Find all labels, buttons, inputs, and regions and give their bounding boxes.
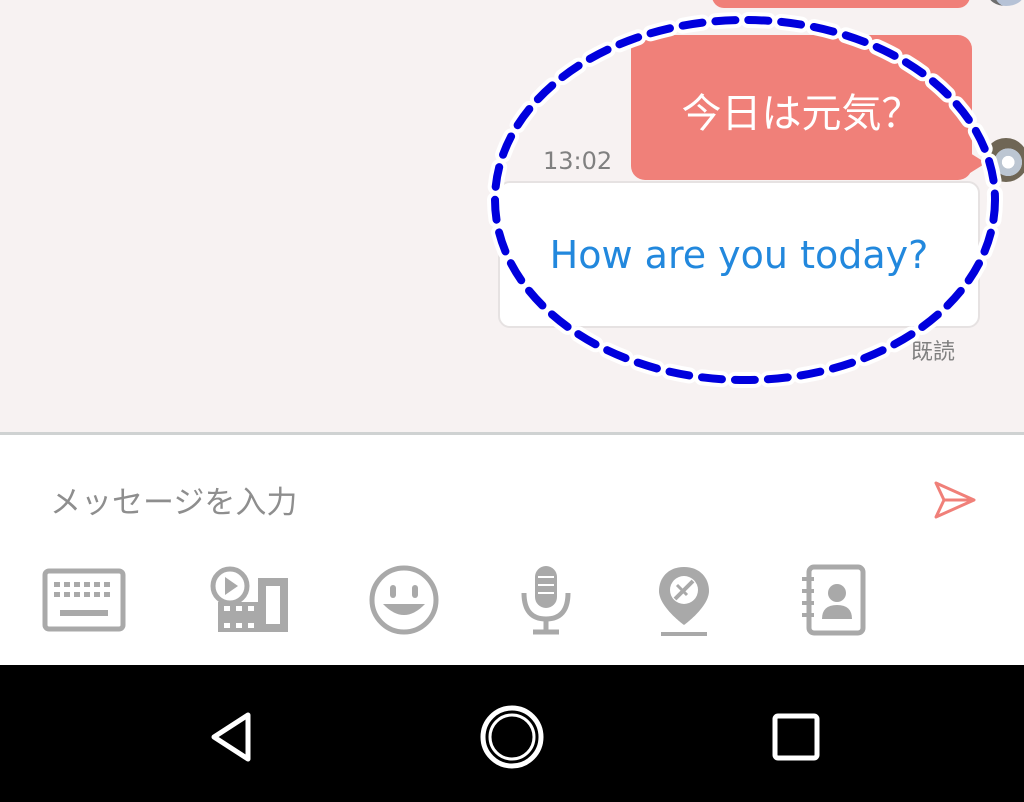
back-icon [211, 712, 251, 762]
composer [0, 435, 1024, 665]
microphone-button[interactable] [500, 560, 592, 640]
contacts-button[interactable] [785, 560, 877, 640]
avatar[interactable] [984, 138, 1024, 182]
contacts-icon [802, 564, 866, 636]
emoji-button[interactable] [358, 560, 450, 640]
home-button[interactable] [472, 697, 552, 777]
location-icon [659, 567, 709, 636]
read-status: 既読 [911, 340, 956, 365]
video-gallery-icon [210, 566, 288, 632]
message-text: 今日は元気？ [681, 90, 922, 137]
avatar[interactable] [988, 0, 1024, 6]
message-timestamp: 13:02 [543, 147, 613, 175]
send-button[interactable] [930, 475, 980, 525]
message-input[interactable] [50, 473, 880, 533]
chat-area: 今日は元気？ 13:02 How are you today? 既読 [0, 0, 1024, 434]
keyboard-button[interactable] [38, 560, 130, 640]
microphone-icon [521, 566, 571, 635]
location-button[interactable] [638, 560, 730, 640]
video-gallery-button[interactable] [203, 560, 295, 640]
system-navigation-bar [0, 665, 1024, 802]
recents-button[interactable] [756, 697, 836, 777]
keyboard-icon [42, 568, 126, 632]
translated-message-bubble[interactable]: How are you today? [498, 181, 980, 328]
incoming-message-bubble: 今日は元気？ [631, 35, 986, 180]
home-icon [480, 705, 544, 769]
emoji-icon [369, 565, 439, 635]
message-text: How are you today? [549, 232, 929, 277]
previous-message-bubble [712, 0, 970, 8]
back-button[interactable] [190, 697, 270, 777]
send-icon [934, 481, 976, 519]
recents-icon [772, 713, 820, 761]
